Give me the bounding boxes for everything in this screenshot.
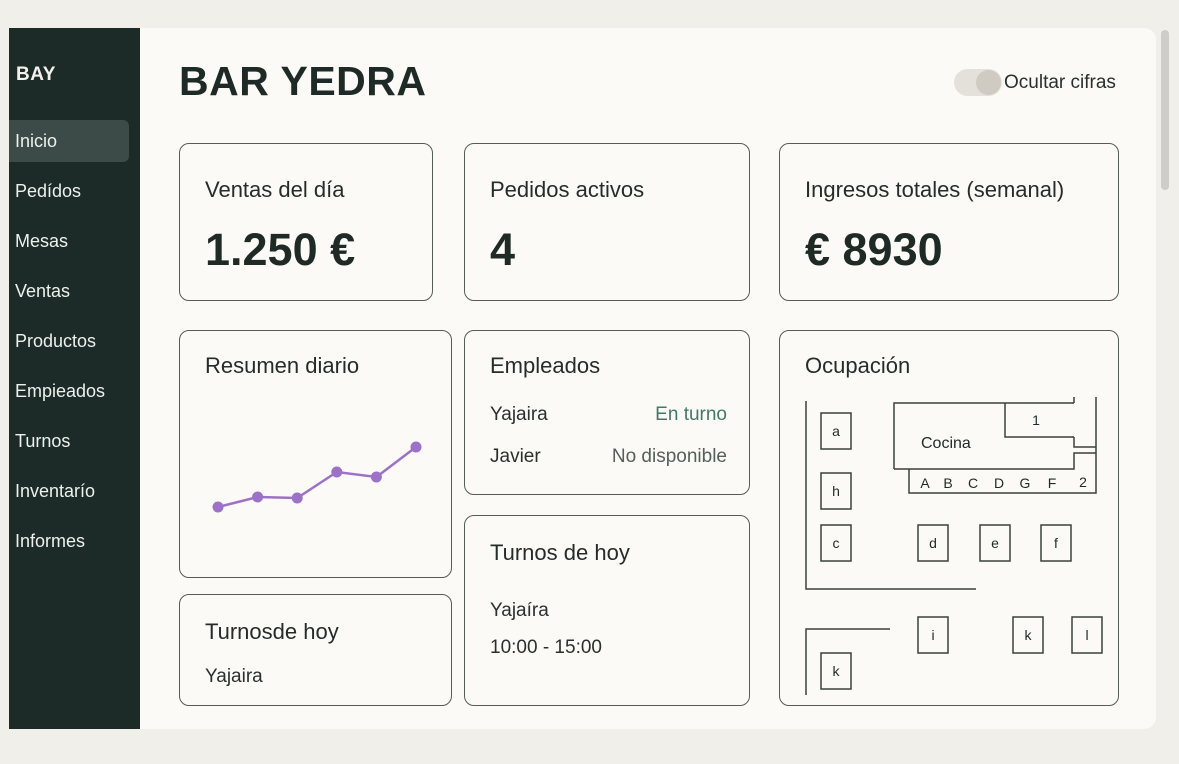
- employees-card: Empleados Yajaira En turno Javier No dis…: [464, 330, 750, 495]
- summary-point: [252, 491, 264, 503]
- kpi-title: Ingresos totales (semanal): [805, 177, 1065, 202]
- table-label: l: [1085, 627, 1088, 643]
- kpi-title: Pedidos activos: [490, 177, 645, 202]
- daily-summary-title: Resumen diario: [205, 353, 360, 378]
- table-label: d: [929, 535, 937, 551]
- table-label: e: [991, 535, 999, 551]
- kitchen-wall: [1073, 437, 1096, 448]
- brand-logo: BAY: [16, 64, 56, 85]
- summary-points: [212, 441, 422, 513]
- summary-line: [217, 446, 417, 509]
- summary-point: [370, 471, 382, 483]
- employee-name: Javier: [490, 446, 541, 467]
- summary-point: [410, 441, 422, 453]
- app-window: BAY Inicio Pedídos Mesas Ventas Producto…: [9, 28, 1156, 729]
- bar-seat-label: G: [1020, 475, 1031, 491]
- daily-summary-card: Resumen diario: [179, 330, 452, 578]
- sidebar-item-ventas[interactable]: Ventas: [9, 270, 129, 312]
- bar-seat-label: F: [1048, 475, 1057, 491]
- employees-title: Empleados: [490, 353, 601, 378]
- kitchen-wall: [894, 452, 1096, 470]
- hide-figures-toggle[interactable]: [954, 69, 1002, 96]
- sidebar-item-mesas[interactable]: Mesas: [9, 220, 129, 262]
- hide-figures-label: Ocultar cifras: [1004, 72, 1116, 93]
- kpi-card-daily-sales: Ventas del día 1.250 €: [179, 143, 433, 301]
- sidebar-item-productos[interactable]: Productos: [9, 320, 129, 362]
- employee-name: Yajaira: [490, 404, 548, 425]
- table-label: k: [833, 663, 841, 679]
- sidebar-item-empleados[interactable]: Empieados: [9, 370, 129, 412]
- shifts-today-card: Turnos de hoy Yajaíra 10:00 - 15:00: [464, 515, 750, 706]
- table-label: f: [1054, 535, 1058, 551]
- summary-point: [212, 501, 224, 513]
- bar-seat-label: A: [920, 475, 930, 491]
- page-title: BAR YEDRA: [179, 58, 427, 104]
- kpi-card-weekly-revenue: Ingresos totales (semanal) € 8930: [779, 143, 1119, 301]
- zone-label-2: 2: [1079, 474, 1087, 490]
- shift-employee-name: Yajaira: [205, 666, 263, 687]
- sidebar-item-pedidos[interactable]: Pedídos: [9, 170, 129, 212]
- toggle-knob: [976, 70, 1001, 95]
- bar-seat-label: B: [943, 475, 952, 491]
- shift-time: 10:00 - 15:00: [490, 637, 602, 658]
- shifts-small-card: Turnosde hoy Yajaira: [179, 594, 452, 706]
- sidebar: BAY Inicio Pedídos Mesas Ventas Producto…: [9, 28, 140, 729]
- shifts-small-title: Turnosde hoy: [205, 619, 339, 644]
- employee-status: En turno: [655, 404, 727, 425]
- kitchen-label: Cocina: [921, 435, 971, 452]
- shift-employee-name: Yajaíra: [490, 600, 549, 621]
- employee-status: No disponible: [611, 446, 727, 467]
- sidebar-item-turnos[interactable]: Turnos: [9, 420, 129, 462]
- table-label: i: [931, 627, 934, 643]
- floor-plan: 1 Cocina A B C D G F 2 a h c d e f i k l…: [805, 397, 1103, 695]
- table-label: a: [832, 423, 840, 439]
- summary-point: [291, 492, 303, 504]
- floor-wall: [805, 628, 890, 695]
- table-label: k: [1025, 627, 1033, 643]
- daily-summary-chart: [212, 441, 422, 513]
- shifts-today-title: Turnos de hoy: [490, 540, 630, 565]
- table-label: h: [832, 483, 840, 499]
- zone-label-1: 1: [1032, 412, 1040, 428]
- table-label: c: [833, 535, 840, 551]
- kpi-value: 4: [490, 224, 516, 275]
- occupancy-card: Ocupación 1 Cocina A B C D G F 2 a h c d…: [779, 330, 1119, 706]
- kpi-value: 1.250 €: [205, 224, 356, 275]
- sidebar-item-informes[interactable]: Informes: [9, 520, 129, 562]
- occupancy-title: Ocupación: [805, 353, 911, 378]
- kpi-card-active-orders: Pedidos activos 4: [464, 143, 750, 301]
- scrollbar[interactable]: [1161, 30, 1169, 190]
- sidebar-item-inicio[interactable]: Inicio: [9, 120, 129, 162]
- sidebar-item-inventario[interactable]: Inventarío: [9, 470, 129, 512]
- kpi-value: € 8930: [805, 224, 943, 275]
- bar-seat-label: C: [968, 475, 978, 491]
- kpi-title: Ventas del día: [205, 177, 345, 202]
- summary-point: [331, 466, 343, 478]
- bar-seat-label: D: [994, 475, 1004, 491]
